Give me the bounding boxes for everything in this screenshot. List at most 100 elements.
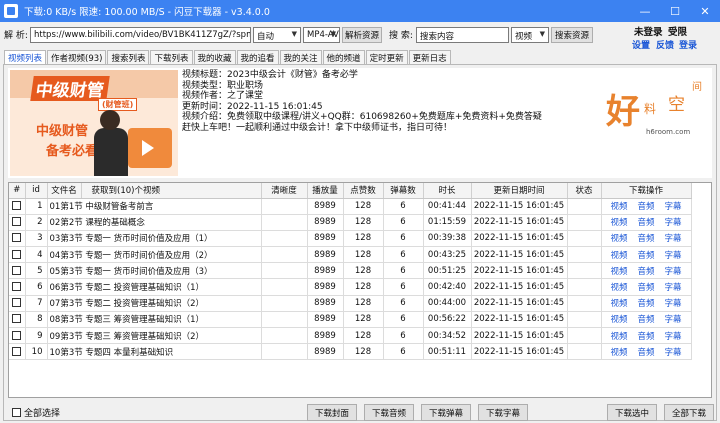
row-checkbox[interactable] xyxy=(12,233,22,243)
row-status xyxy=(567,198,602,215)
col-status: 状态 xyxy=(567,183,602,199)
download-subtitle-link[interactable]: 字幕 xyxy=(665,267,682,277)
row-filename: 08第3节 专题三 筹资管理基础知识（1） xyxy=(47,311,262,329)
download-audio-link[interactable]: 音频 xyxy=(637,348,654,358)
row-quality xyxy=(261,278,308,296)
search-input[interactable]: 搜索内容 xyxy=(416,27,509,43)
tab-favorites[interactable]: 我的收藏 xyxy=(193,50,236,64)
tab-following[interactable]: 我的关注 xyxy=(279,50,322,64)
table-row[interactable]: 7 07第3节 专题二 投资管理基础知识（2） 8989 128 6 00:44:00 20… xyxy=(9,295,692,312)
download-video-link[interactable]: 视频 xyxy=(610,251,627,261)
row-datetime: 2022-11-15 16:01:45 xyxy=(471,246,568,264)
download-video-link[interactable]: 视频 xyxy=(610,218,627,228)
download-video-link[interactable]: 视频 xyxy=(610,283,627,293)
table-row[interactable]: 8 08第3节 专题三 筹资管理基础知识（1） 8989 128 6 00:56:22 20… xyxy=(9,311,692,329)
download-audio-link[interactable]: 音频 xyxy=(637,234,654,244)
download-cover-button[interactable]: 下载封面 xyxy=(307,404,357,421)
tab-author-videos[interactable]: 作者视频(93) xyxy=(47,50,107,64)
download-video-link[interactable]: 视频 xyxy=(610,332,627,342)
row-checkbox[interactable] xyxy=(12,249,22,259)
row-checkbox[interactable] xyxy=(12,314,22,324)
login-link[interactable]: 登录 xyxy=(679,38,697,51)
download-video-link[interactable]: 视频 xyxy=(610,299,627,309)
download-subtitle-link[interactable]: 字幕 xyxy=(665,251,682,261)
tab-search-list[interactable]: 搜索列表 xyxy=(107,50,150,64)
row-id: 8 xyxy=(25,311,48,329)
row-checkbox[interactable] xyxy=(12,330,22,340)
download-subtitle-link[interactable]: 字幕 xyxy=(665,218,682,228)
row-checkbox[interactable] xyxy=(12,346,22,356)
table-row[interactable]: 5 05第3节 专题一 货币时间价值及应用（3） 8989 128 6 00:51:25 2… xyxy=(9,262,692,280)
download-audio-link[interactable]: 音频 xyxy=(637,218,654,228)
tab-download-list[interactable]: 下载列表 xyxy=(150,50,193,64)
url-input[interactable]: https://www.bilibili.com/video/BV1BK411Z… xyxy=(30,27,251,43)
tab-video-list[interactable]: 视频列表 xyxy=(4,50,47,65)
row-id: 4 xyxy=(25,246,48,264)
row-status xyxy=(567,278,602,296)
select-all-checkbox[interactable]: 全部选择 xyxy=(12,406,60,419)
download-subtitle-link[interactable]: 字幕 xyxy=(665,348,682,358)
download-video-link[interactable]: 视频 xyxy=(610,315,627,325)
video-author: 视频作者：之了课堂 xyxy=(182,91,264,102)
download-subtitle-link[interactable]: 字幕 xyxy=(665,283,682,293)
download-subtitle-button[interactable]: 下载字幕 xyxy=(478,404,528,421)
row-views: 8989 xyxy=(307,246,344,264)
row-filename: 01第1节 中级财管备考前言 xyxy=(47,198,262,215)
download-subtitle-link[interactable]: 字幕 xyxy=(665,332,682,342)
download-audio-link[interactable]: 音频 xyxy=(637,283,654,293)
download-video-link[interactable]: 视频 xyxy=(610,267,627,277)
download-audio-link[interactable]: 音频 xyxy=(637,299,654,309)
thumb-tag: (财管班) xyxy=(98,98,138,111)
row-quality xyxy=(261,327,308,345)
row-views: 8989 xyxy=(307,198,344,215)
download-selected-button[interactable]: 下载选中 xyxy=(607,404,657,421)
row-checkbox[interactable] xyxy=(12,201,22,211)
tab-channel[interactable]: 他的频道 xyxy=(322,50,365,64)
title-bar: 下载:0 KB/s 限速: 100.00 MB/S - 闪豆下载器 - v3.4… xyxy=(0,0,720,22)
table-row[interactable]: 2 02第2节 课程的基础概念 8989 128 6 01:15:59 2022-11-15… xyxy=(9,214,692,231)
codec-select[interactable]: MP4-AVC▼ xyxy=(303,27,340,43)
maximize-button[interactable]: ☐ xyxy=(660,0,690,22)
checkbox[interactable] xyxy=(12,408,21,417)
search-type-select[interactable]: 视频 ▼ xyxy=(511,27,549,43)
row-quality xyxy=(261,311,308,329)
settings-link[interactable]: 设置 xyxy=(632,38,650,51)
quality-select[interactable]: 自动 ▼ xyxy=(253,27,301,43)
download-subtitle-link[interactable]: 字幕 xyxy=(665,315,682,325)
search-button[interactable]: 搜索资源 xyxy=(551,27,593,43)
download-danmaku-button[interactable]: 下载弹幕 xyxy=(421,404,471,421)
download-video-link[interactable]: 视频 xyxy=(610,234,627,244)
tab-changelog[interactable]: 更新日志 xyxy=(408,50,451,64)
download-audio-link[interactable]: 音频 xyxy=(637,251,654,261)
tab-scheduled-update[interactable]: 定时更新 xyxy=(365,50,408,64)
download-audio-link[interactable]: 音频 xyxy=(637,315,654,325)
tab-following-shows[interactable]: 我的追看 xyxy=(236,50,279,64)
limit-status: 受限 xyxy=(668,27,688,38)
download-audio-link[interactable]: 音频 xyxy=(637,267,654,277)
table-row[interactable]: 10 10第3节 专题四 本量利基础知识 8989 128 6 00:51:11 2022-… xyxy=(9,343,692,361)
minimize-button[interactable]: — xyxy=(630,0,660,22)
download-video-link[interactable]: 视频 xyxy=(610,348,627,358)
download-subtitle-link[interactable]: 字幕 xyxy=(665,234,682,244)
col-actions: 下载操作 xyxy=(601,183,692,199)
feedback-link[interactable]: 反馈 xyxy=(656,38,674,51)
download-all-button[interactable]: 全部下载 xyxy=(664,404,714,421)
download-subtitle-link[interactable]: 字幕 xyxy=(665,299,682,309)
download-audio-button[interactable]: 下载音频 xyxy=(364,404,414,421)
row-status xyxy=(567,327,602,345)
table-row[interactable]: 6 06第3节 专题二 投资管理基础知识（1） 8989 128 6 00:42:40 20… xyxy=(9,278,692,296)
table-row[interactable]: 9 09第3节 专题三 筹资管理基础知识（2） 8989 128 6 00:34:52 20… xyxy=(9,327,692,345)
download-audio-link[interactable]: 音频 xyxy=(637,202,654,212)
parse-button[interactable]: 解析资源 xyxy=(342,27,382,43)
row-checkbox[interactable] xyxy=(12,298,22,308)
download-video-link[interactable]: 视频 xyxy=(610,202,627,212)
row-checkbox[interactable] xyxy=(12,265,22,275)
row-checkbox[interactable] xyxy=(12,282,22,292)
table-row[interactable]: 1 01第1节 中级财管备考前言 8989 128 6 00:41:44 2022-11-1… xyxy=(9,198,692,215)
row-checkbox[interactable] xyxy=(12,217,22,227)
close-button[interactable]: ✕ xyxy=(690,0,720,22)
download-subtitle-link[interactable]: 字幕 xyxy=(665,202,682,212)
download-audio-link[interactable]: 音频 xyxy=(637,332,654,342)
table-row[interactable]: 4 04第3节 专题一 货币时间价值及应用（2） 8989 128 6 00:43:25 2… xyxy=(9,246,692,264)
table-row[interactable]: 3 03第3节 专题一 货币时间价值及应用（1） 8989 128 6 00:39:38 2… xyxy=(9,230,692,248)
